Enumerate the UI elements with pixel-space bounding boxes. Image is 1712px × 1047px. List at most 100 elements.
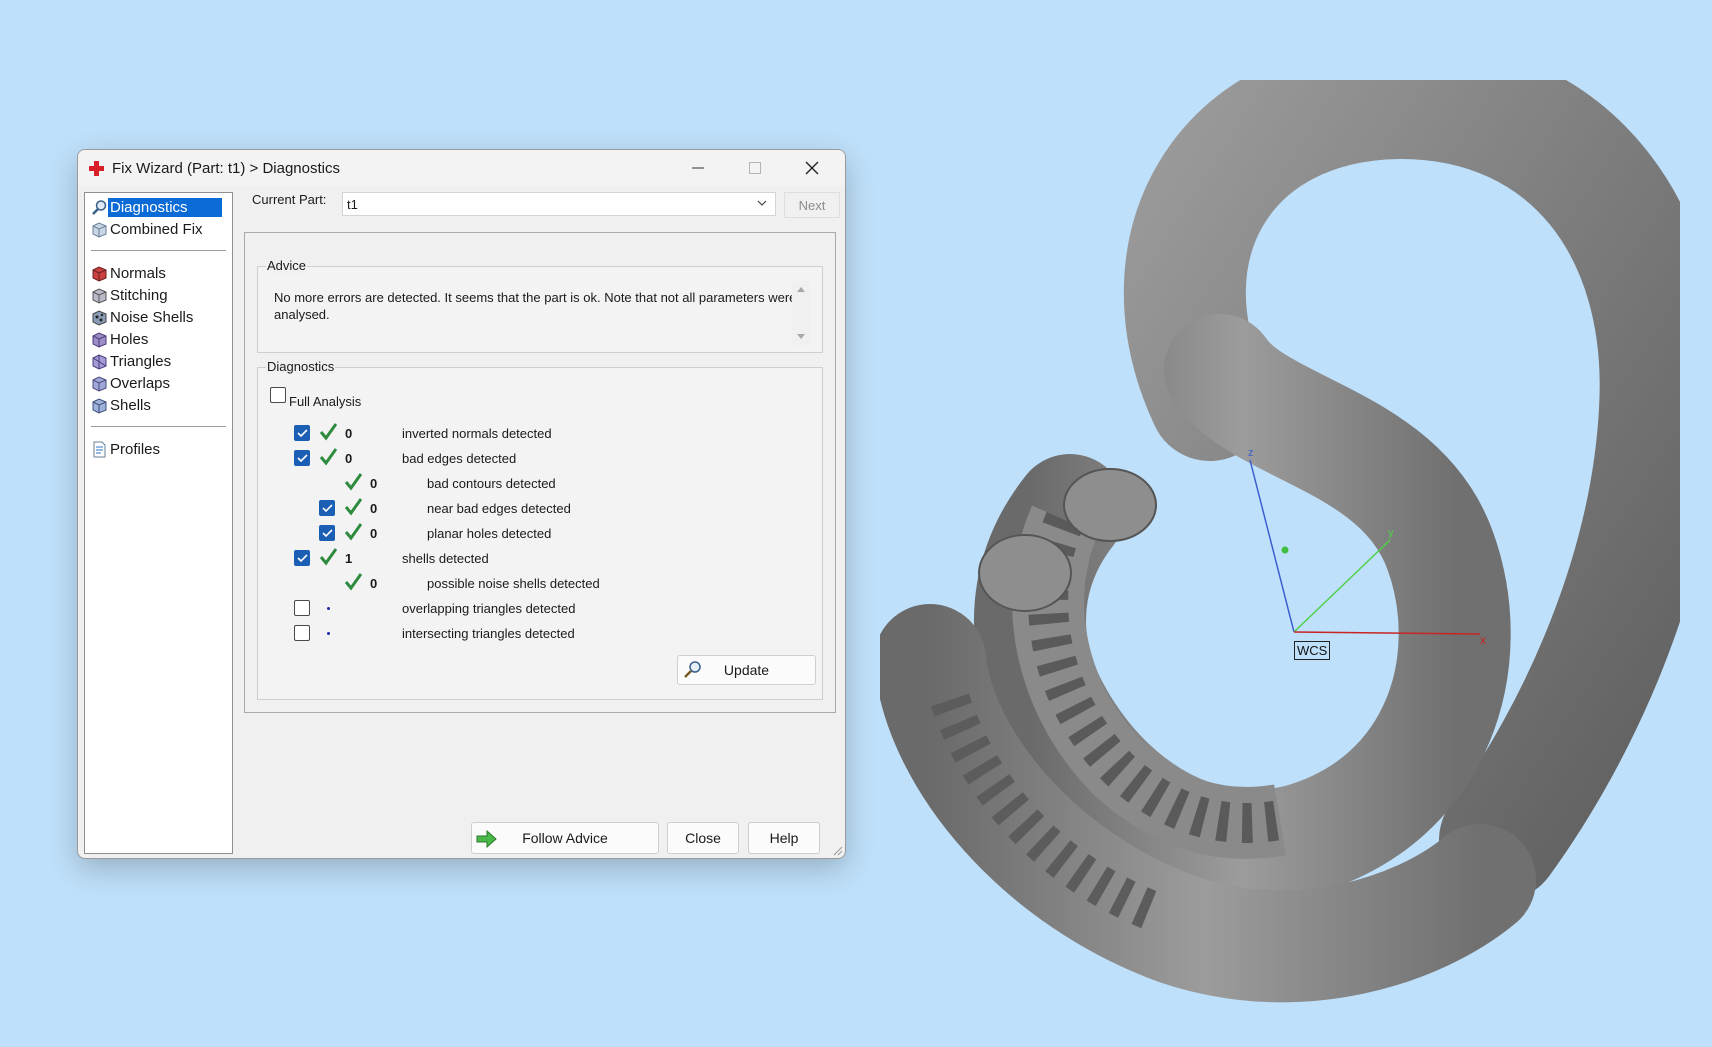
nav-item-noise-shells[interactable]: Noise Shells	[89, 306, 226, 328]
row-count: 0	[370, 526, 378, 541]
z-axis	[1249, 459, 1295, 633]
checkmark-icon	[322, 504, 333, 513]
help-button[interactable]: Help	[748, 822, 820, 854]
nav-divider	[91, 250, 226, 251]
nav-item-label: Normals	[110, 264, 166, 282]
row-count: 0	[345, 451, 353, 466]
magnifier-icon	[684, 661, 701, 678]
nav-item-holes[interactable]: Holes	[89, 328, 226, 350]
row-checkbox[interactable]	[294, 450, 310, 466]
nav-item-combined-fix[interactable]: Combined Fix	[89, 218, 226, 240]
checkmark-icon	[297, 554, 308, 563]
axis-x-label: x	[1480, 633, 1486, 647]
document-icon	[93, 441, 106, 458]
nav-item-label: Overlaps	[110, 374, 171, 392]
current-part-select[interactable]: t1	[342, 192, 776, 216]
row-checkbox[interactable]	[294, 625, 310, 641]
nav-item-profiles[interactable]: Profiles	[89, 438, 226, 460]
ok-tick-icon	[344, 523, 362, 541]
advice-title: Advice	[266, 258, 308, 273]
diagnostic-row: 0 possible noise shells detected	[258, 573, 818, 594]
row-label: shells detected	[402, 551, 489, 566]
fix-wizard-dialog: Fix Wizard (Part: t1) > Diagnostics Diag…	[77, 149, 846, 859]
ok-tick-icon	[344, 573, 362, 591]
shells-cube-icon	[92, 398, 107, 414]
advice-text: No more errors are detected. It seems th…	[274, 290, 797, 322]
nav-item-label: Profiles	[110, 440, 161, 458]
row-label: bad contours detected	[427, 476, 556, 491]
overlaps-cube-icon	[92, 376, 107, 392]
diagnostic-row: overlapping triangles detected	[258, 599, 818, 619]
close-button[interactable]: Close	[667, 822, 739, 854]
update-button[interactable]: Update	[677, 655, 816, 685]
full-analysis-label: Full Analysis	[289, 394, 362, 409]
chevron-down-icon	[757, 200, 767, 206]
model-lattice-inner	[1012, 505, 1286, 859]
row-checkbox[interactable]	[319, 525, 335, 541]
magnifier-icon	[92, 200, 107, 215]
red-cube-icon	[92, 266, 107, 282]
follow-advice-button[interactable]: Follow Advice	[471, 822, 659, 854]
row-label: planar holes detected	[427, 526, 552, 541]
advice-group: Advice No more errors are detected. It s…	[257, 258, 823, 353]
diagnostic-row: 1 shells detected	[258, 548, 818, 569]
tube-end-cap	[1063, 468, 1157, 542]
diagnostic-row: 0 bad edges detected	[258, 448, 818, 469]
advice-scrollbar[interactable]	[792, 281, 810, 345]
nav-item-label: Noise Shells	[110, 308, 194, 326]
nav-item-label: Triangles	[110, 352, 172, 370]
nav-item-diagnostics[interactable]: Diagnostics	[89, 196, 226, 218]
row-checkbox[interactable]	[294, 425, 310, 441]
close-window-button[interactable]	[785, 150, 839, 186]
window-title: Fix Wizard (Part: t1) > Diagnostics	[112, 160, 340, 177]
nav-item-overlaps[interactable]: Overlaps	[89, 372, 226, 394]
nav-item-stitching[interactable]: Stitching	[89, 284, 226, 306]
nav-item-label: Stitching	[110, 286, 168, 304]
checkmark-icon	[297, 429, 308, 438]
title-bar: Fix Wizard (Part: t1) > Diagnostics	[78, 150, 845, 186]
minimize-button[interactable]	[671, 150, 725, 186]
row-count: 0	[370, 476, 378, 491]
cube-icon	[92, 222, 107, 238]
wizard-nav: Diagnostics Combined Fix Normals Stitchi…	[84, 192, 233, 854]
next-button[interactable]: Next	[784, 192, 840, 218]
row-label: inverted normals detected	[402, 426, 552, 441]
row-checkbox[interactable]	[294, 600, 310, 616]
wcs-label: WCS	[1294, 641, 1331, 660]
nav-item-triangles[interactable]: Triangles	[89, 350, 226, 372]
nav-item-label: Shells	[110, 396, 151, 414]
axis-z-label: z	[1248, 447, 1254, 459]
green-arrow-icon	[476, 829, 497, 849]
3d-model-view[interactable]: z y x	[880, 80, 1680, 1010]
pending-dot-icon	[327, 607, 330, 610]
diagnostic-row: 0 bad contours detected	[258, 473, 818, 494]
row-label: overlapping triangles detected	[402, 601, 576, 616]
ok-tick-icon	[319, 448, 337, 466]
resize-grip-icon[interactable]	[831, 844, 843, 856]
diagnostics-panel: Advice No more errors are detected. It s…	[244, 232, 836, 713]
axis-y-label: y	[1388, 527, 1394, 539]
diagnostics-title: Diagnostics	[266, 359, 336, 374]
tube-end-cap	[978, 534, 1072, 612]
nav-item-normals[interactable]: Normals	[89, 262, 226, 284]
triangles-cube-icon	[92, 354, 107, 370]
diagnostic-row: 0 planar holes detected	[258, 523, 818, 544]
row-count: 0	[345, 426, 353, 441]
row-checkbox[interactable]	[319, 500, 335, 516]
row-label: bad edges detected	[402, 451, 517, 466]
noise-shells-icon	[92, 310, 107, 326]
row-label: possible noise shells detected	[427, 576, 600, 591]
nav-item-shells[interactable]: Shells	[89, 394, 226, 416]
ok-tick-icon	[319, 548, 337, 566]
ok-tick-icon	[319, 423, 337, 441]
full-analysis-checkbox[interactable]	[270, 387, 286, 403]
row-checkbox[interactable]	[294, 550, 310, 566]
maximize-button[interactable]	[728, 150, 782, 186]
diagnostic-row: intersecting triangles detected	[258, 624, 818, 644]
minimize-icon	[692, 167, 704, 169]
diagnostics-group: Diagnostics Full Analysis 0 inverted nor…	[257, 359, 823, 700]
row-count: 0	[370, 576, 378, 591]
checkmark-icon	[297, 454, 308, 463]
nav-divider	[91, 426, 226, 427]
ok-tick-icon	[344, 473, 362, 491]
